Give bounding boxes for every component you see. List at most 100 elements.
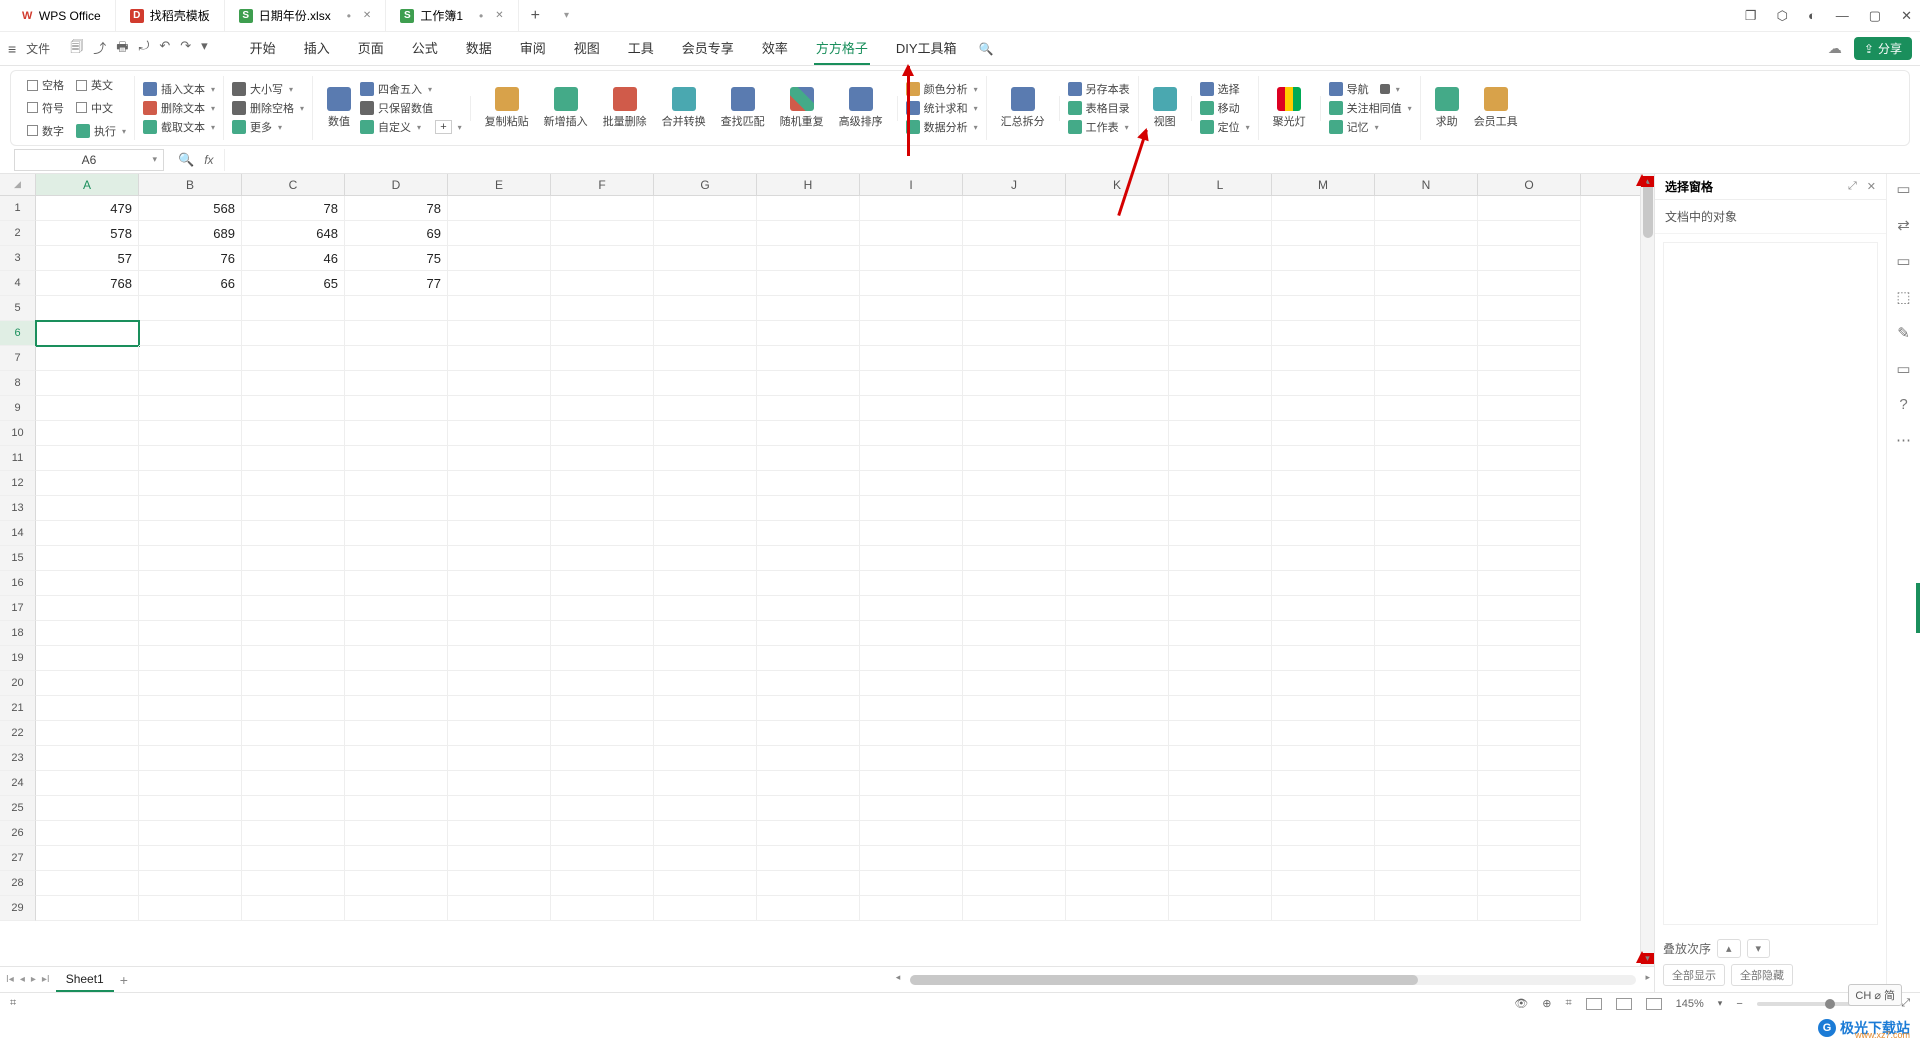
- scroll-down-icon[interactable]: ▾: [1641, 953, 1654, 964]
- cell-H22[interactable]: [757, 721, 860, 746]
- cell-G4[interactable]: [654, 271, 757, 296]
- cell-I3[interactable]: [860, 246, 963, 271]
- cell-E18[interactable]: [448, 621, 551, 646]
- btn-批量删除[interactable]: 批量删除: [597, 87, 653, 129]
- cell-A7[interactable]: [36, 346, 139, 371]
- cell-F17[interactable]: [551, 596, 654, 621]
- cell-D11[interactable]: [345, 446, 448, 471]
- sheet-add-button[interactable]: +: [120, 972, 128, 988]
- cell-I15[interactable]: [860, 546, 963, 571]
- cell-K17[interactable]: [1066, 596, 1169, 621]
- cell-O12[interactable]: [1478, 471, 1581, 496]
- cell-M20[interactable]: [1272, 671, 1375, 696]
- cell-I16[interactable]: [860, 571, 963, 596]
- cell-N12[interactable]: [1375, 471, 1478, 496]
- cell-I10[interactable]: [860, 421, 963, 446]
- cell-G2[interactable]: [654, 221, 757, 246]
- tab-file-1[interactable]: S 日期年份.xlsx • ✕: [225, 0, 387, 31]
- status-eye-icon[interactable]: 👁: [1514, 997, 1528, 1010]
- cell-I24[interactable]: [860, 771, 963, 796]
- cell-H1[interactable]: [757, 196, 860, 221]
- cell-G21[interactable]: [654, 696, 757, 721]
- cell-F8[interactable]: [551, 371, 654, 396]
- cell-O20[interactable]: [1478, 671, 1581, 696]
- btn-trim-space[interactable]: 删除空格: [232, 100, 304, 116]
- cell-O26[interactable]: [1478, 821, 1581, 846]
- cell-C14[interactable]: [242, 521, 345, 546]
- cell-C11[interactable]: [242, 446, 345, 471]
- cell-F11[interactable]: [551, 446, 654, 471]
- btn-select[interactable]: 选择: [1200, 81, 1250, 97]
- cell-J6[interactable]: [963, 321, 1066, 346]
- cell-M11[interactable]: [1272, 446, 1375, 471]
- cell-O21[interactable]: [1478, 696, 1581, 721]
- cell-J14[interactable]: [963, 521, 1066, 546]
- cell-B29[interactable]: [139, 896, 242, 921]
- cell-K16[interactable]: [1066, 571, 1169, 596]
- cell-L26[interactable]: [1169, 821, 1272, 846]
- cell-A20[interactable]: [36, 671, 139, 696]
- cell-A2[interactable]: 578: [36, 221, 139, 246]
- cell-B19[interactable]: [139, 646, 242, 671]
- vertical-scrollbar[interactable]: ▴ ▾: [1640, 174, 1654, 966]
- order-down-button[interactable]: ▾: [1747, 939, 1771, 958]
- tab-dropdown[interactable]: ▾: [552, 10, 581, 21]
- cell-J23[interactable]: [963, 746, 1066, 771]
- cell-N19[interactable]: [1375, 646, 1478, 671]
- cell-J24[interactable]: [963, 771, 1066, 796]
- cell-B23[interactable]: [139, 746, 242, 771]
- cell-K19[interactable]: [1066, 646, 1169, 671]
- cell-C6[interactable]: [242, 321, 345, 346]
- cell-N14[interactable]: [1375, 521, 1478, 546]
- cell-G13[interactable]: [654, 496, 757, 521]
- cell-M13[interactable]: [1272, 496, 1375, 521]
- cell-H29[interactable]: [757, 896, 860, 921]
- btn-save-sheet[interactable]: 另存本表: [1068, 81, 1130, 97]
- cell-O3[interactable]: [1478, 246, 1581, 271]
- cell-O13[interactable]: [1478, 496, 1581, 521]
- cell-N3[interactable]: [1375, 246, 1478, 271]
- chk-chinese[interactable]: 中文: [76, 99, 126, 118]
- row-header-20[interactable]: 20: [0, 671, 36, 696]
- cell-L6[interactable]: [1169, 321, 1272, 346]
- cell-I11[interactable]: [860, 446, 963, 471]
- cell-G14[interactable]: [654, 521, 757, 546]
- show-all-button[interactable]: 全部显示: [1663, 964, 1725, 986]
- cell-D3[interactable]: 75: [345, 246, 448, 271]
- cell-L24[interactable]: [1169, 771, 1272, 796]
- cell-A25[interactable]: [36, 796, 139, 821]
- btn-insert-text[interactable]: 插入文本: [143, 81, 215, 97]
- cell-C13[interactable]: [242, 496, 345, 521]
- scroll-thumb[interactable]: [1643, 178, 1653, 238]
- cell-D16[interactable]: [345, 571, 448, 596]
- cell-F9[interactable]: [551, 396, 654, 421]
- chk-english[interactable]: 英文: [76, 76, 126, 95]
- cell-A16[interactable]: [36, 571, 139, 596]
- zoom-knob[interactable]: [1825, 999, 1835, 1009]
- cell-E17[interactable]: [448, 596, 551, 621]
- btn-高级排序[interactable]: 高级排序: [833, 87, 889, 129]
- cell-L23[interactable]: [1169, 746, 1272, 771]
- btn-locate[interactable]: 定位: [1200, 119, 1250, 135]
- cell-M12[interactable]: [1272, 471, 1375, 496]
- cell-L17[interactable]: [1169, 596, 1272, 621]
- tab-file-2[interactable]: S 工作簿1 • ✕: [386, 0, 518, 31]
- qa-preview-icon[interactable]: ⤾: [138, 38, 149, 60]
- cell-C27[interactable]: [242, 846, 345, 871]
- cell-M2[interactable]: [1272, 221, 1375, 246]
- cell-H14[interactable]: [757, 521, 860, 546]
- btn-more[interactable]: 更多: [232, 119, 304, 135]
- sheet-tab-active[interactable]: Sheet1: [56, 968, 114, 992]
- cell-K6[interactable]: [1066, 321, 1169, 346]
- btn-navigate[interactable]: 导航: [1329, 81, 1412, 97]
- cell-B17[interactable]: [139, 596, 242, 621]
- status-target-icon[interactable]: ⊕: [1542, 997, 1551, 1010]
- cell-L16[interactable]: [1169, 571, 1272, 596]
- ribbon-tab-页面[interactable]: 页面: [356, 32, 386, 65]
- cell-I29[interactable]: [860, 896, 963, 921]
- row-header-11[interactable]: 11: [0, 446, 36, 471]
- col-header-K[interactable]: K: [1066, 174, 1169, 195]
- win-close-icon[interactable]: ✕: [1901, 8, 1912, 24]
- cell-J13[interactable]: [963, 496, 1066, 521]
- cell-H6[interactable]: [757, 321, 860, 346]
